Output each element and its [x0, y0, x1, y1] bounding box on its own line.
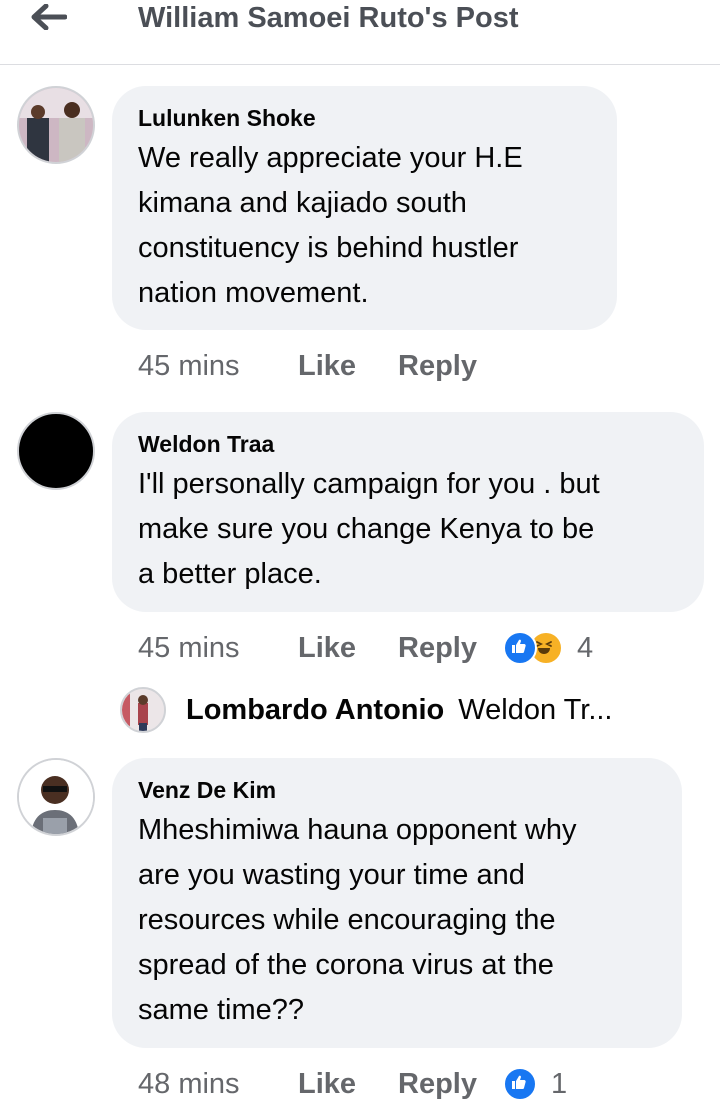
- avatar-photo: [19, 760, 93, 834]
- comment-timestamp[interactable]: 48 mins: [138, 1068, 298, 1101]
- comment-line: I'll personally campaign for you . but: [138, 468, 600, 500]
- like-button[interactable]: Like: [298, 350, 398, 383]
- comment-text: Mheshimiwa hauna opponent why are you wa…: [138, 808, 656, 1033]
- comment-line: are you wasting your time and: [138, 859, 525, 891]
- like-button[interactable]: Like: [298, 1068, 398, 1101]
- post-header: William Samoei Ruto's Post: [0, 0, 720, 65]
- comment-line: We really appreciate your H.E: [138, 142, 523, 174]
- comment-meta: 48 mins Like Reply 1: [138, 1064, 567, 1104]
- comment-line: a better place.: [138, 558, 322, 590]
- reaction-summary[interactable]: 1: [502, 1067, 568, 1101]
- avatar-photo: [19, 88, 93, 162]
- like-button[interactable]: Like: [298, 632, 398, 665]
- comment-bubble[interactable]: Lulunken Shoke We really appreciate your…: [112, 86, 617, 330]
- comment-timestamp[interactable]: 45 mins: [138, 632, 298, 665]
- reaction-count: 4: [576, 631, 594, 664]
- comment-text: We really appreciate your H.E kimana and…: [138, 136, 591, 316]
- reply-avatar: [120, 687, 166, 733]
- reply-button[interactable]: Reply: [398, 632, 477, 665]
- comment-line: Mheshimiwa hauna opponent why: [138, 814, 577, 846]
- comment-line: resources while encouraging the: [138, 904, 556, 936]
- comment-bubble[interactable]: Venz De Kim Mheshimiwa hauna opponent wh…: [112, 758, 682, 1048]
- like-reaction-icon: [502, 1067, 537, 1101]
- comment-line: spread of the corona virus at the: [138, 949, 554, 981]
- reply-button[interactable]: Reply: [398, 350, 477, 383]
- comment-author[interactable]: Weldon Traa: [138, 429, 678, 459]
- comment-bubble[interactable]: Weldon Traa I'll personally campaign for…: [112, 412, 704, 612]
- comment-line: nation movement.: [138, 277, 369, 309]
- comment-meta: 45 mins Like Reply 4: [138, 628, 593, 668]
- like-reaction-icon: [502, 631, 537, 665]
- page-title: William Samoei Ruto's Post: [138, 2, 519, 34]
- comment-text: I'll personally campaign for you . but m…: [138, 462, 678, 597]
- comment-line: constituency is behind hustler: [138, 232, 519, 264]
- comment-meta: 45 mins Like Reply: [138, 346, 477, 386]
- back-button[interactable]: [22, 0, 76, 34]
- comment-timestamp[interactable]: 45 mins: [138, 350, 298, 383]
- avatar[interactable]: [17, 412, 95, 490]
- comment-line: same time??: [138, 994, 305, 1026]
- comment-line: make sure you change Kenya to be: [138, 513, 595, 545]
- reply-preview[interactable]: Lombardo Antonio Weldon Tr...: [120, 686, 613, 734]
- reply-button[interactable]: Reply: [398, 1068, 477, 1101]
- comment-author[interactable]: Venz De Kim: [138, 775, 656, 805]
- reply-author: Lombardo Antonio: [186, 693, 445, 726]
- comment-line: kimana and kajiado south: [138, 187, 467, 219]
- avatar[interactable]: [17, 86, 95, 164]
- reply-snippet: Weldon Tr...: [458, 693, 613, 726]
- reaction-summary[interactable]: 4: [502, 631, 594, 665]
- avatar[interactable]: [17, 758, 95, 836]
- comment-author[interactable]: Lulunken Shoke: [138, 103, 591, 133]
- arrow-left-icon: [31, 4, 67, 30]
- reaction-count: 1: [550, 1067, 568, 1100]
